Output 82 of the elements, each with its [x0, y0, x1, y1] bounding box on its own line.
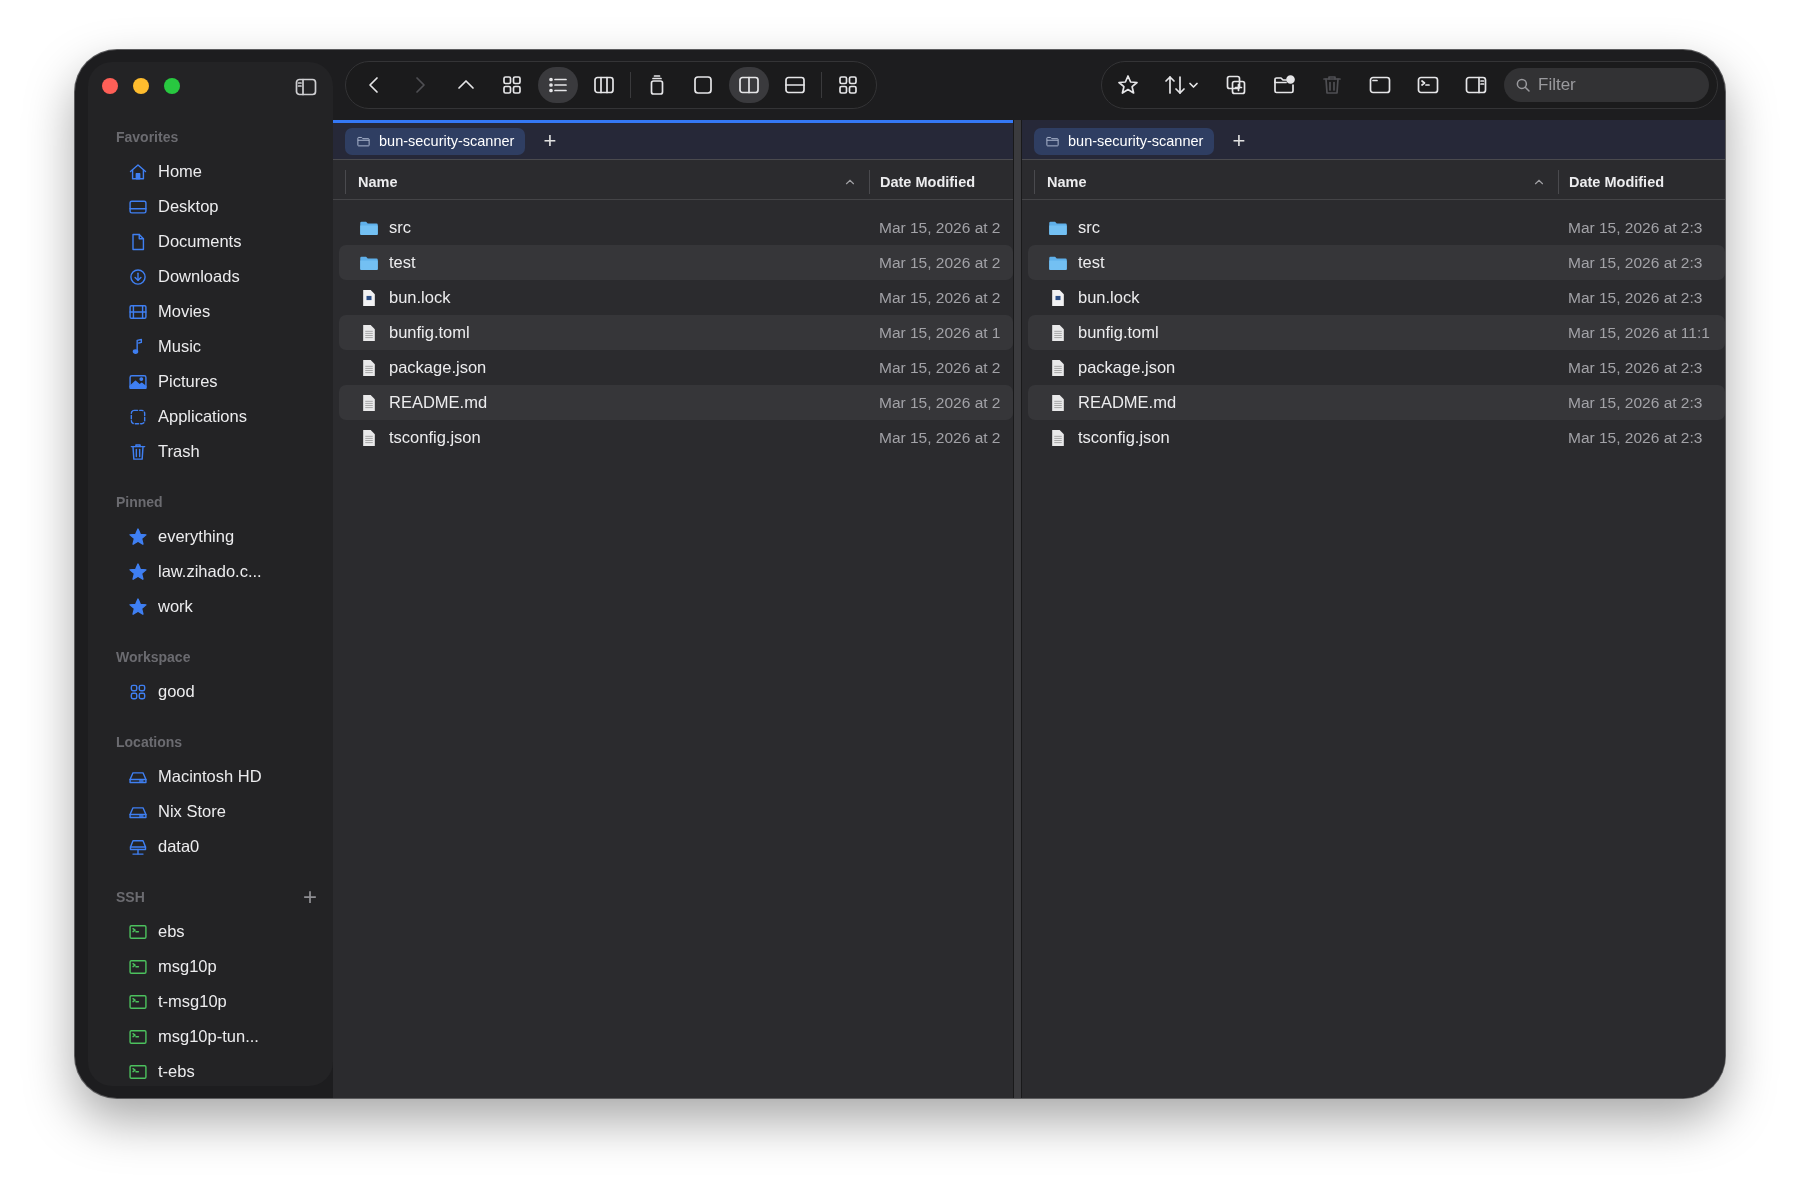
download-icon [128, 266, 148, 287]
add-button[interactable]: + [301, 884, 319, 909]
house-icon [128, 161, 148, 182]
file-name[interactable]: bunfig.toml [1078, 323, 1159, 342]
sidebar-item[interactable]: Movies [158, 302, 211, 321]
filter-field[interactable]: Filter [1504, 68, 1709, 102]
date-modified: Mar 15, 2026 at 1 [879, 323, 1001, 342]
new-tab-button[interactable]: + [1228, 130, 1250, 152]
minimize-button[interactable] [133, 78, 149, 94]
file-name[interactable]: src [389, 218, 411, 237]
file-name[interactable]: src [1078, 218, 1100, 237]
column-header[interactable]: Date Modified [869, 170, 976, 194]
sidebar-item[interactable]: Music [158, 337, 202, 356]
date-modified: Mar 15, 2026 at 2 [879, 428, 1001, 447]
sidebar-item[interactable]: t-ebs [158, 1062, 195, 1081]
grid-icon [500, 73, 524, 97]
sidebar-item[interactable]: Nix Store [158, 802, 226, 821]
trash-icon [128, 441, 148, 462]
sidebar-item[interactable]: Desktop [158, 197, 219, 216]
square-icon [691, 73, 715, 97]
file-name[interactable]: bun.lock [1078, 288, 1140, 307]
date-modified: Mar 15, 2026 at 11:1 [1568, 323, 1710, 342]
sidebar-item[interactable]: msg10p [158, 957, 217, 976]
file-name[interactable]: README.md [389, 393, 488, 412]
date-modified: Mar 15, 2026 at 2 [879, 288, 1001, 307]
star-icon [128, 561, 148, 582]
sidebar-item[interactable]: Documents [158, 232, 242, 251]
file-name[interactable]: package.json [1078, 358, 1176, 377]
folder-tab[interactable]: bun-security-scanner [1034, 127, 1215, 155]
sidebar-item[interactable]: Applications [158, 407, 247, 426]
close-button[interactable] [102, 78, 118, 94]
file-name[interactable]: README.md [1078, 393, 1177, 412]
sidebar-item[interactable]: ebs [158, 922, 185, 941]
sidebar-item[interactable]: Trash [158, 442, 200, 461]
sidebar-item[interactable]: msg10p-tun... [158, 1027, 259, 1046]
sidebar-item[interactable]: data0 [158, 837, 200, 856]
column-header[interactable]: Name [345, 170, 869, 194]
sidebar-item[interactable]: work [158, 597, 193, 616]
date-modified: Mar 15, 2026 at 2:3 [1568, 288, 1703, 307]
sidebar-item[interactable]: law.zihado.c... [158, 562, 262, 581]
duplicate-icon [1224, 73, 1248, 97]
date-modified: Mar 15, 2026 at 2 [879, 358, 1001, 377]
date-modified: Mar 15, 2026 at 2:3 [1568, 358, 1703, 377]
column-header[interactable]: Date Modified [1558, 170, 1665, 194]
zoom-button[interactable] [164, 78, 180, 94]
date-modified: Mar 15, 2026 at 2:3 [1568, 218, 1703, 237]
file-name[interactable]: tsconfig.json [389, 428, 481, 447]
file-name[interactable]: test [1078, 253, 1105, 272]
sidebar-item[interactable]: everything [158, 527, 235, 546]
vertical-split-button[interactable] [729, 67, 769, 103]
date-modified: Mar 15, 2026 at 2:3 [1568, 393, 1703, 412]
section-header: Workspace [116, 648, 191, 665]
new-tab-button[interactable]: + [539, 130, 561, 152]
file-name[interactable]: bunfig.toml [389, 323, 470, 342]
sidebar-item[interactable]: Home [158, 162, 202, 181]
star-icon [128, 526, 148, 547]
date-modified: Mar 15, 2026 at 2:3 [1568, 428, 1703, 447]
sidebar-item[interactable]: Pictures [158, 372, 218, 391]
sidebar-item[interactable]: t-msg10p [158, 992, 227, 1011]
star-icon [1116, 73, 1140, 97]
section-header: Pinned [116, 493, 163, 510]
trash-icon [1320, 73, 1344, 97]
file-name[interactable]: test [389, 253, 416, 272]
file-name[interactable]: tsconfig.json [1078, 428, 1170, 447]
section-header: SSH [116, 888, 145, 905]
section-header: Locations [116, 733, 183, 750]
file-name[interactable]: package.json [389, 358, 487, 377]
sidebar-item[interactable]: Downloads [158, 267, 240, 286]
list-view-button[interactable] [538, 67, 578, 103]
grid-icon [836, 73, 860, 97]
sidebar-item[interactable]: good [158, 682, 195, 701]
folder-tab[interactable]: bun-security-scanner [345, 127, 526, 155]
star-icon [128, 596, 148, 617]
search-icon [1514, 76, 1532, 94]
date-modified: Mar 15, 2026 at 2 [879, 218, 1001, 237]
sidebar-item[interactable]: Macintosh HD [158, 767, 262, 786]
section-header: Favorites [116, 128, 179, 145]
date-modified: Mar 15, 2026 at 2:3 [1568, 253, 1703, 272]
column-header[interactable]: Name [1034, 170, 1558, 194]
date-modified: Mar 15, 2026 at 2 [879, 393, 1001, 412]
date-modified: Mar 15, 2026 at 2 [879, 253, 1001, 272]
file-name[interactable]: bun.lock [389, 288, 451, 307]
